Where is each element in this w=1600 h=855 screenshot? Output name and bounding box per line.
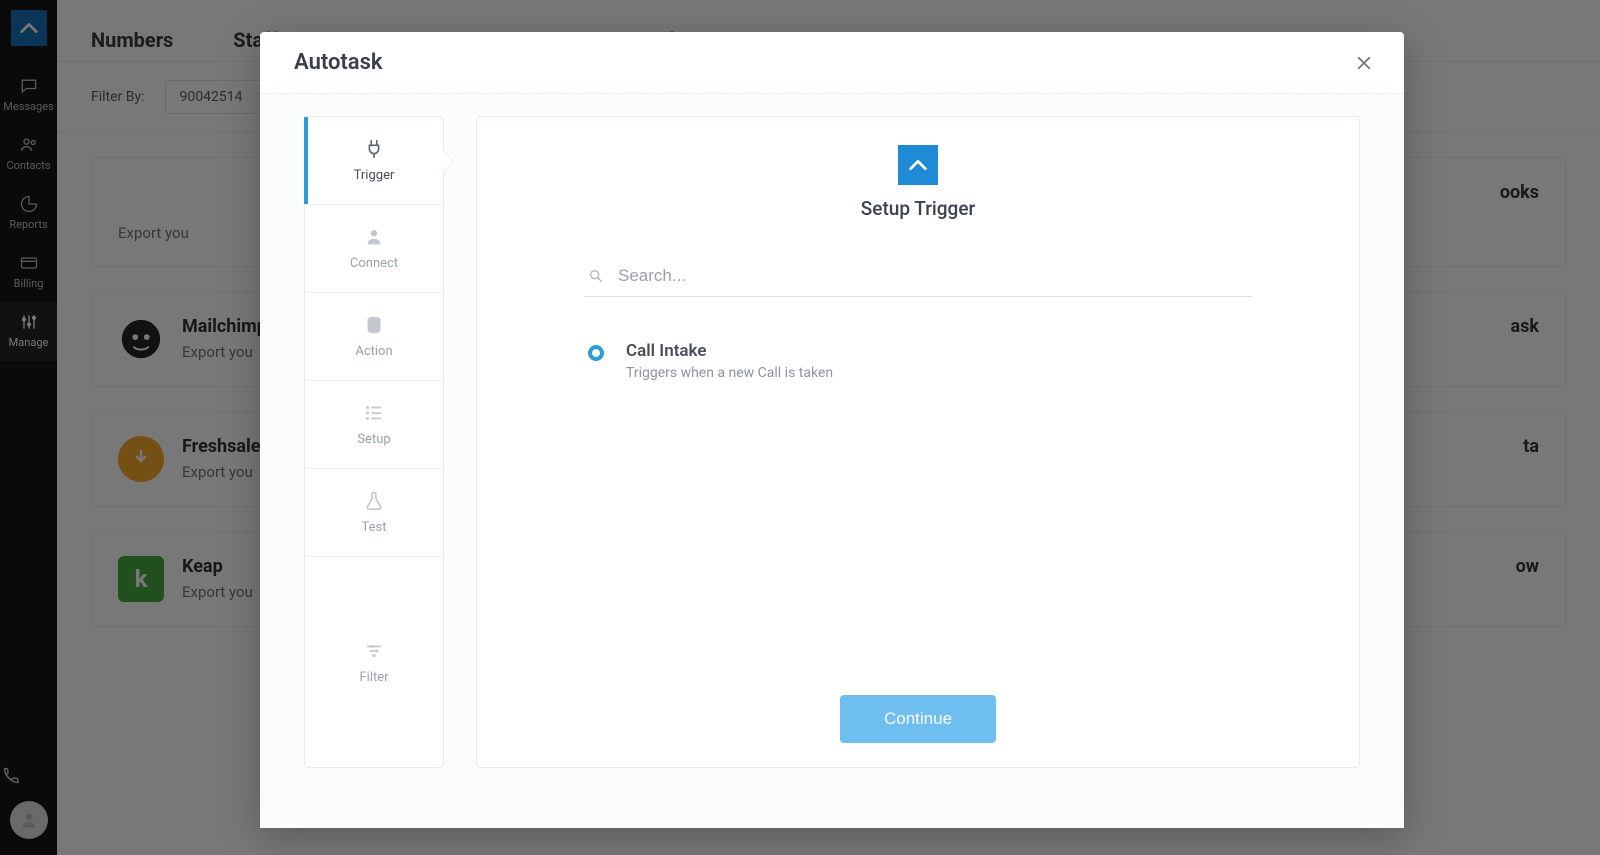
step-label: Setup <box>357 432 390 447</box>
panel-brand-logo <box>898 145 938 185</box>
step-connect[interactable]: Connect <box>305 205 443 293</box>
trigger-option-call-intake[interactable]: Call Intake Triggers when a new Call is … <box>584 331 1252 391</box>
modal-title: Autotask <box>294 50 383 75</box>
step-label: Trigger <box>354 168 395 183</box>
step-setup[interactable]: Setup <box>305 381 443 469</box>
step-action[interactable]: Action <box>305 293 443 381</box>
autotask-modal: Autotask Trigger Connect Action Setup <box>260 32 1404 828</box>
step-label: Filter <box>359 670 388 685</box>
continue-button[interactable]: Continue <box>840 695 996 743</box>
trigger-search[interactable] <box>584 258 1252 297</box>
brand-icon <box>907 154 929 176</box>
search-icon <box>588 268 604 284</box>
step-filter[interactable]: Filter <box>305 557 443 767</box>
trigger-option-label: Call Intake <box>626 341 833 361</box>
modal-header: Autotask <box>260 32 1404 94</box>
person-icon <box>363 226 385 248</box>
setup-trigger-panel: Setup Trigger Call Intake Triggers when … <box>476 116 1360 768</box>
database-icon <box>363 314 385 336</box>
step-label: Connect <box>350 256 398 271</box>
list-icon <box>363 402 385 424</box>
step-label: Action <box>355 344 392 359</box>
close-icon <box>1355 54 1373 72</box>
filter-icon <box>363 640 385 662</box>
close-button[interactable] <box>1352 51 1376 75</box>
step-test[interactable]: Test <box>305 469 443 557</box>
plug-icon <box>363 138 385 160</box>
wizard-steps: Trigger Connect Action Setup Test Filter <box>304 116 444 768</box>
flask-icon <box>363 490 385 512</box>
trigger-search-input[interactable] <box>618 266 1248 286</box>
step-trigger[interactable]: Trigger <box>305 117 443 205</box>
panel-title: Setup Trigger <box>517 197 1319 220</box>
trigger-option-desc: Triggers when a new Call is taken <box>626 365 833 381</box>
step-label: Test <box>362 520 387 535</box>
radio-selected-icon <box>588 345 604 361</box>
